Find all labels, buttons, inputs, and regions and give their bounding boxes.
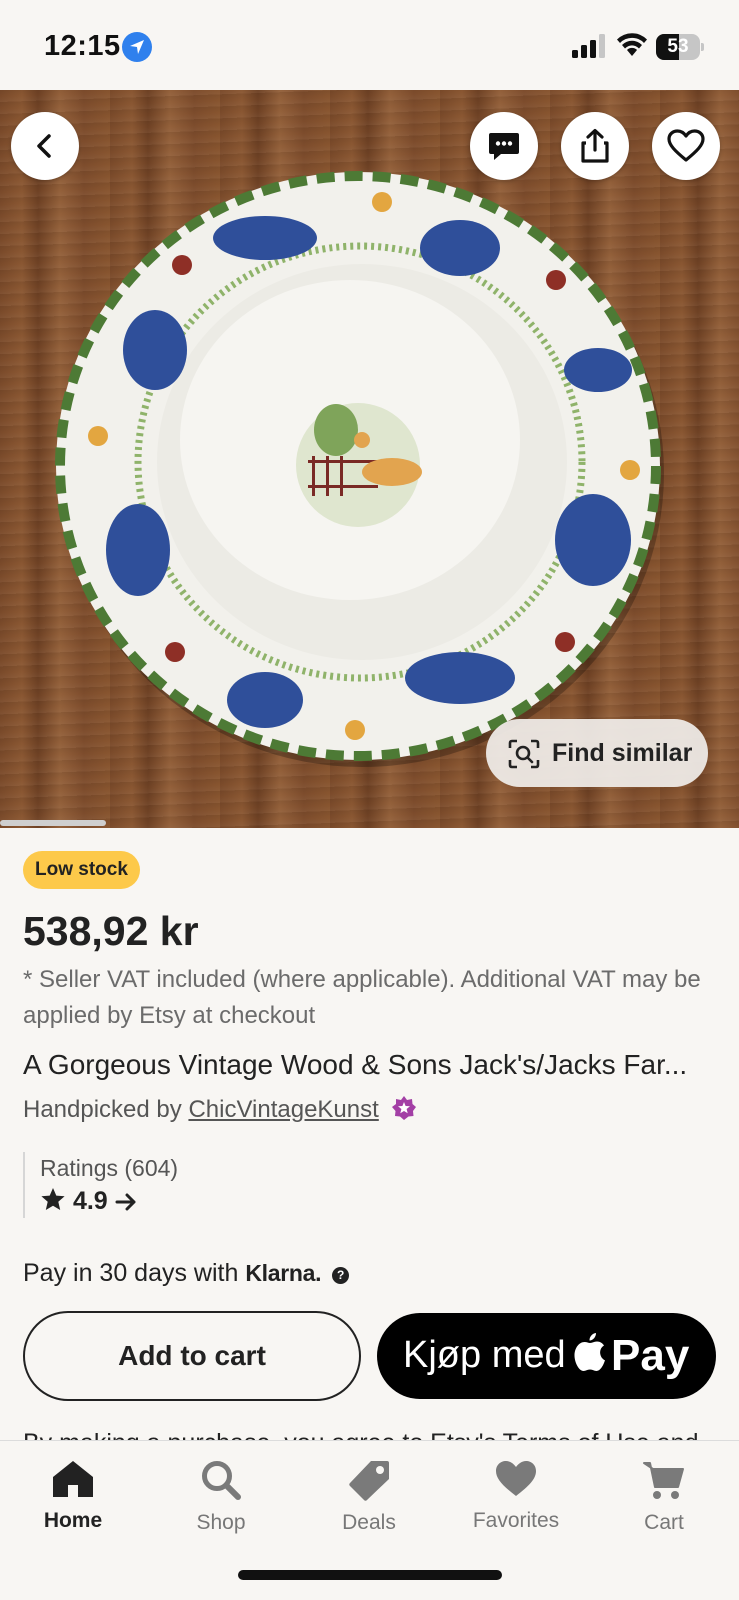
help-icon[interactable]: ? bbox=[332, 1267, 350, 1284]
handpicked-by: Handpicked by ChicVintageKunst bbox=[23, 1095, 417, 1124]
product-image[interactable] bbox=[0, 90, 739, 828]
find-similar-label: Find similar bbox=[552, 739, 693, 767]
ratings-label: Ratings (604) bbox=[40, 1155, 179, 1181]
battery-indicator: 53 bbox=[656, 34, 704, 60]
apple-pay-button[interactable]: Kjøp med Pay bbox=[377, 1313, 716, 1399]
tab-label: Deals bbox=[342, 1511, 396, 1534]
product-title[interactable]: A Gorgeous Vintage Wood & Sons Jack's/Ja… bbox=[23, 1049, 723, 1081]
visual-search-icon bbox=[508, 739, 540, 769]
handpicked-prefix: Handpicked by bbox=[23, 1096, 189, 1123]
apple-pay-word: Pay bbox=[611, 1331, 690, 1380]
ratings-summary[interactable]: Ratings (604) 4.9 bbox=[23, 1152, 178, 1218]
tab-shop[interactable]: Shop bbox=[161, 1459, 281, 1539]
chevron-left-icon bbox=[37, 134, 51, 158]
low-stock-badge: Low stock bbox=[23, 851, 140, 889]
rating-value: 4.9 bbox=[72, 1187, 108, 1215]
klarna-prefix: Pay in 30 days with bbox=[23, 1259, 246, 1287]
clock: 12:15 bbox=[44, 30, 121, 62]
cart-icon bbox=[643, 1462, 684, 1499]
add-to-cart-button[interactable]: Add to cart bbox=[23, 1311, 361, 1401]
share-button[interactable] bbox=[561, 112, 629, 180]
wifi-icon bbox=[617, 33, 647, 56]
tab-deals[interactable]: Deals bbox=[309, 1459, 429, 1539]
favorite-button[interactable] bbox=[652, 112, 720, 180]
vat-note: * Seller VAT included (where applicable)… bbox=[23, 966, 701, 1029]
back-button[interactable] bbox=[11, 112, 79, 180]
tag-icon bbox=[349, 1461, 389, 1501]
tab-cart[interactable]: Cart bbox=[604, 1459, 724, 1539]
find-similar-button[interactable]: Find similar bbox=[486, 719, 708, 787]
tab-label: Favorites bbox=[472, 1509, 560, 1532]
status-bar: 12:15 53 bbox=[0, 0, 739, 90]
share-icon bbox=[581, 128, 609, 163]
heart-outline-icon bbox=[667, 129, 705, 162]
chat-bubble-icon bbox=[489, 133, 519, 160]
tab-label: Cart bbox=[644, 1511, 684, 1534]
cellular-signal-icon bbox=[572, 34, 605, 58]
tab-label: Home bbox=[43, 1509, 103, 1532]
arrow-right-icon bbox=[115, 1193, 136, 1211]
ratings-value-row: 4.9 bbox=[40, 1184, 178, 1218]
tab-label: Shop bbox=[196, 1511, 246, 1534]
terms-notice: By making a purchase, you agree to Etsy'… bbox=[23, 1425, 723, 1441]
apple-logo-icon bbox=[574, 1333, 605, 1371]
home-icon bbox=[53, 1461, 93, 1497]
image-carousel-indicator bbox=[0, 820, 106, 826]
star-seller-icon bbox=[392, 1096, 417, 1120]
apple-pay-prefix: Kjøp med bbox=[403, 1334, 566, 1376]
plate-photo bbox=[55, 171, 664, 767]
heart-icon bbox=[496, 1461, 536, 1496]
home-indicator bbox=[238, 1570, 502, 1580]
shop-name-link[interactable]: ChicVintageKunst bbox=[188, 1096, 378, 1123]
location-arrow-icon bbox=[122, 32, 152, 62]
message-seller-button[interactable] bbox=[470, 112, 538, 180]
battery-level: 53 bbox=[667, 36, 689, 57]
product-price: 538,92 kr bbox=[23, 908, 199, 954]
tab-favorites[interactable]: Favorites bbox=[456, 1459, 576, 1539]
star-icon bbox=[41, 1188, 65, 1210]
klarna-pay-later[interactable]: Pay in 30 days with Klarna. ? bbox=[23, 1259, 350, 1288]
tab-home[interactable]: Home bbox=[13, 1459, 133, 1539]
search-icon bbox=[202, 1461, 241, 1500]
klarna-logo: Klarna. bbox=[245, 1260, 322, 1286]
